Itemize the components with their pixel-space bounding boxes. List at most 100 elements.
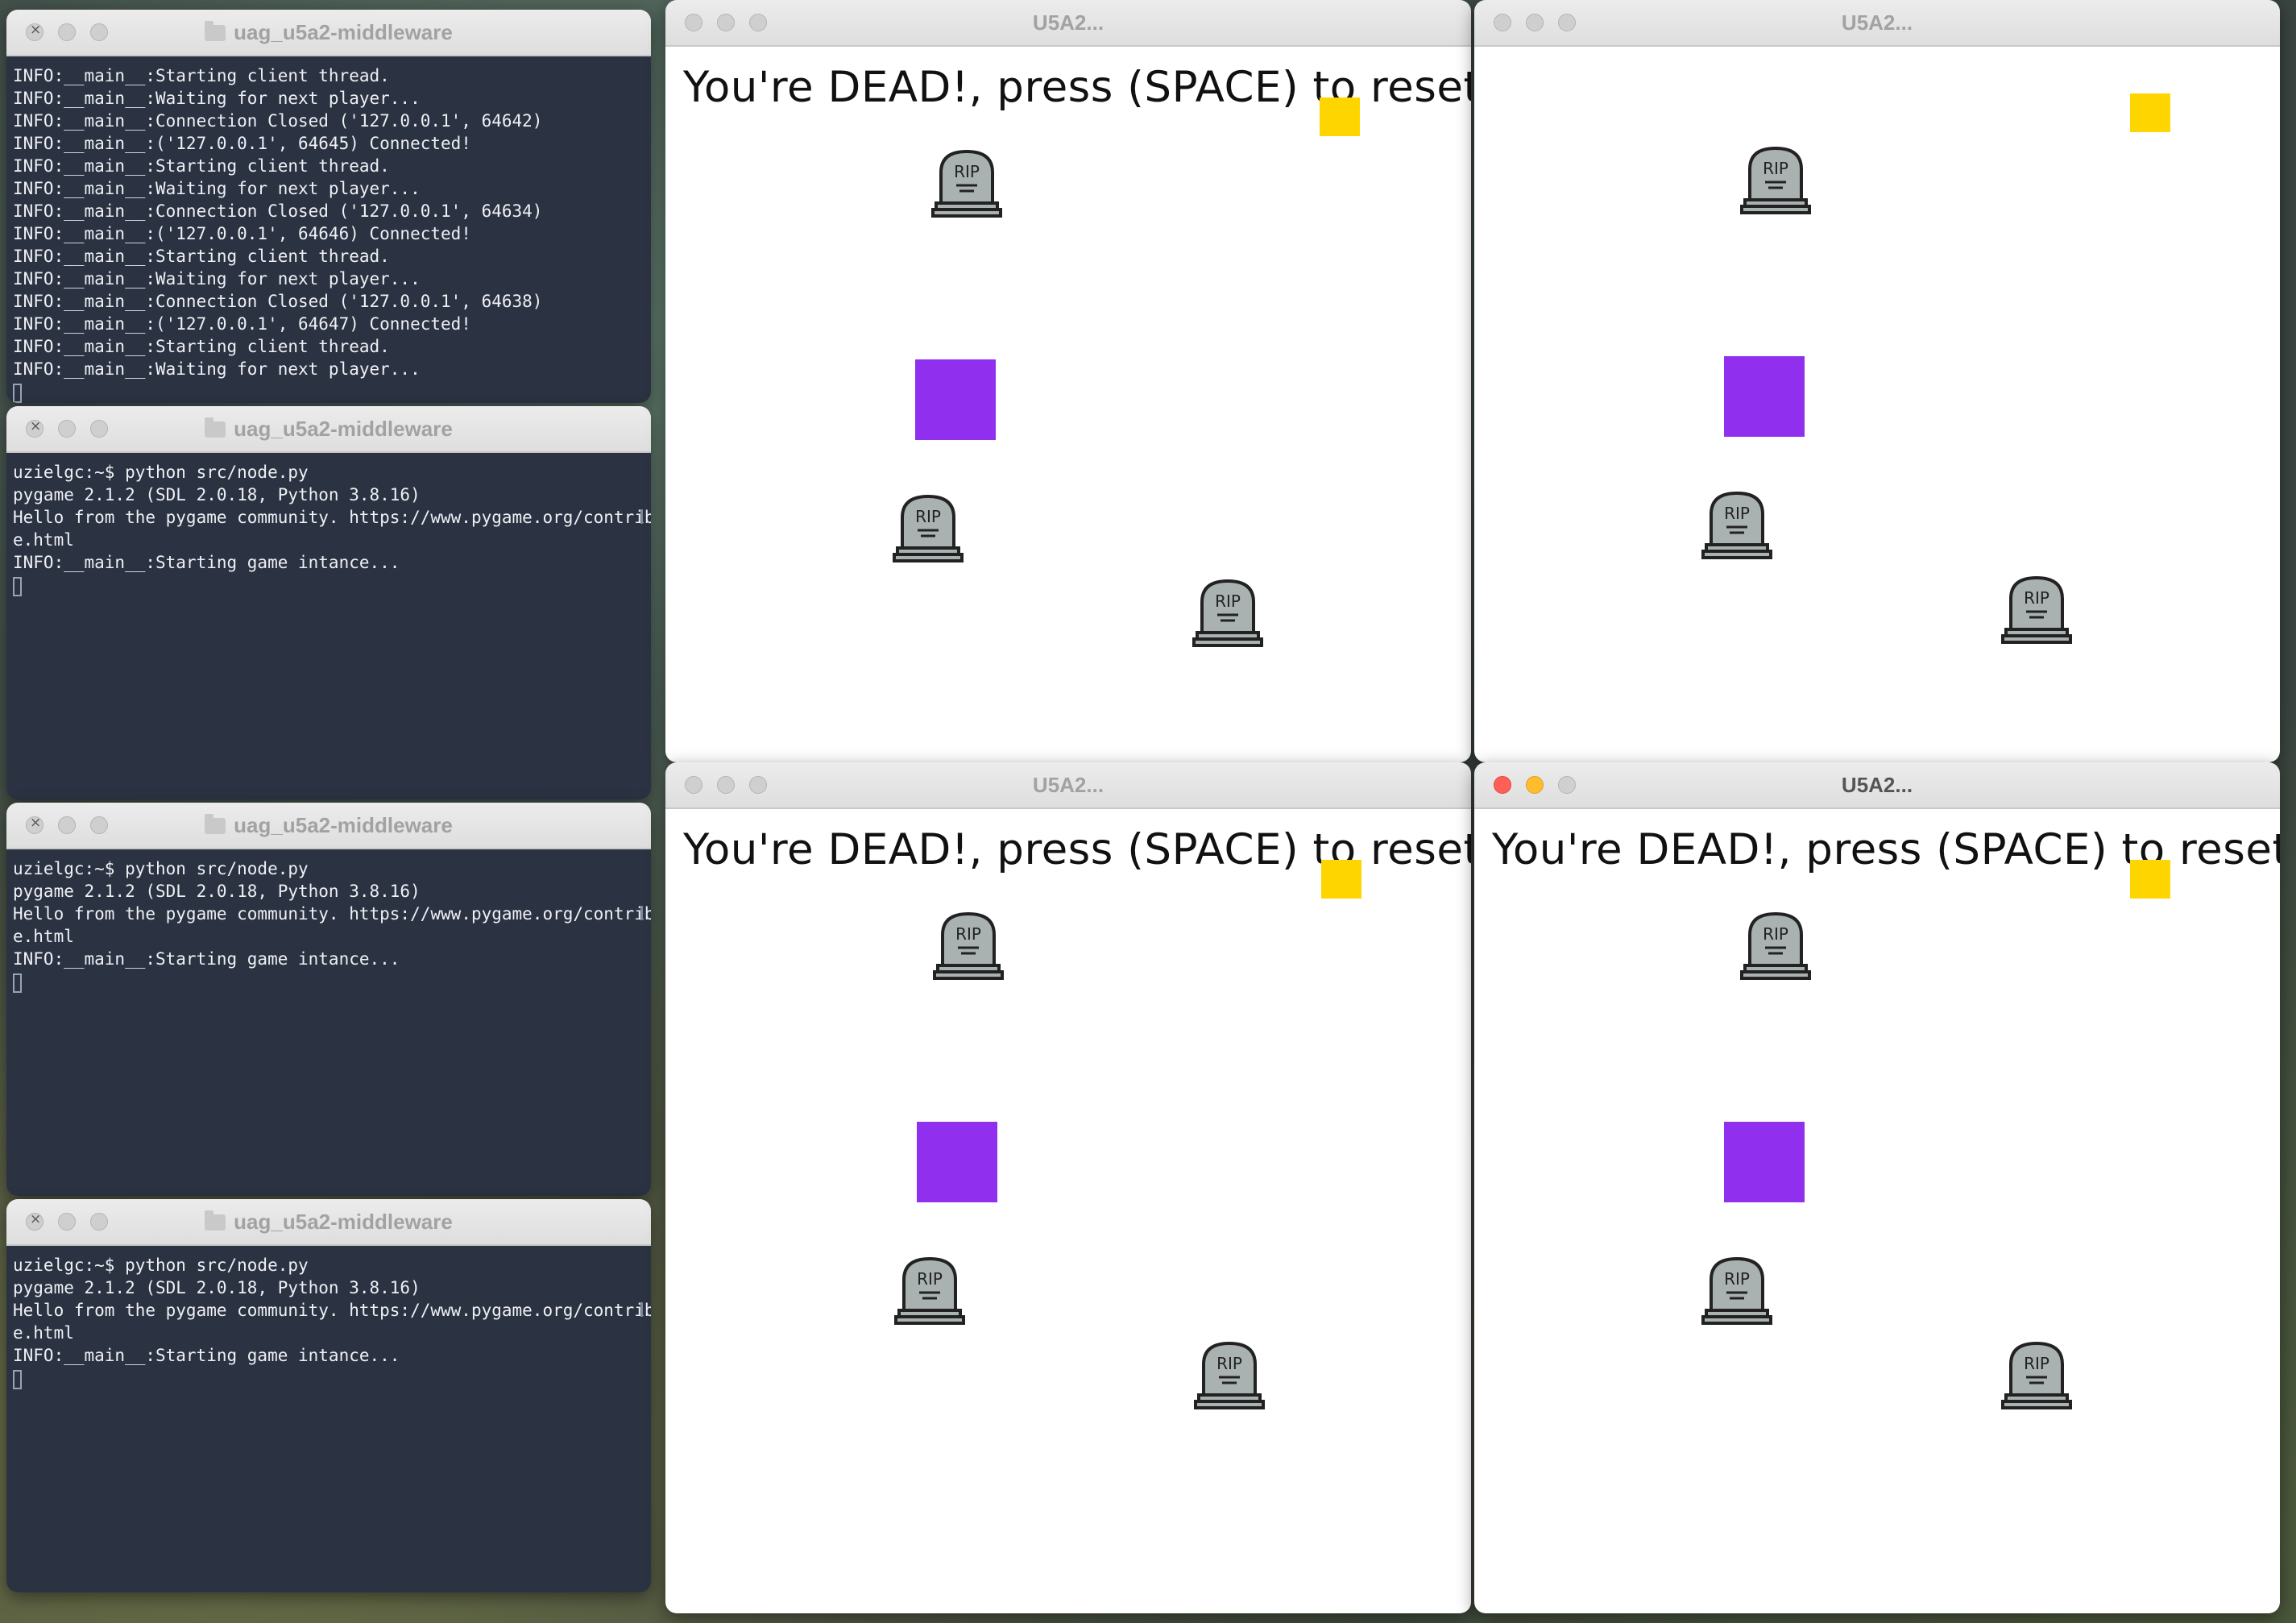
terminal-line: INFO:__main__:Waiting for next player...: [13, 89, 421, 108]
terminal-line: Hello from the pygame community. https:/…: [13, 508, 651, 527]
terminal-cursor: [13, 973, 22, 993]
terminal-prompt-line[interactable]: [13, 574, 644, 596]
scrollbar-marker[interactable]: [640, 1302, 643, 1317]
titlebar[interactable]: U5A2...: [1474, 762, 2280, 809]
game-canvas[interactable]: You're DEAD!, press (SPACE) to reset. RI…: [665, 809, 1471, 1613]
folder-icon: [205, 21, 226, 41]
window-title: uag_u5a2-middleware: [6, 406, 651, 451]
folder-icon: [205, 417, 226, 438]
tombstone-icon: RIP: [1740, 146, 1811, 214]
titlebar[interactable]: U5A2...: [665, 0, 1471, 47]
terminal-output[interactable]: INFO:__main__:Starting client thread. IN…: [6, 56, 651, 403]
terminal-output[interactable]: uzielgc:~$ python src/node.py pygame 2.1…: [6, 849, 651, 1196]
terminal-cursor: [13, 384, 22, 403]
terminal-window-4[interactable]: uag_u5a2-middleware uzielgc:~$ python sr…: [6, 1199, 651, 1592]
terminal-line: pygame 2.1.2 (SDL 2.0.18, Python 3.8.16): [13, 1278, 421, 1297]
tombstone-icon: RIP: [933, 911, 1004, 980]
tombstone-label: RIP: [955, 924, 981, 944]
tombstone-icon: RIP: [893, 494, 964, 562]
window-title: uag_u5a2-middleware: [6, 803, 651, 848]
folder-icon: [205, 1210, 226, 1231]
tombstone-icon: RIP: [2001, 1341, 2072, 1409]
terminal-output[interactable]: uzielgc:~$ python src/node.py pygame 2.1…: [6, 1246, 651, 1592]
titlebar[interactable]: U5A2...: [1474, 0, 2280, 47]
terminal-window-3[interactable]: uag_u5a2-middleware uzielgc:~$ python sr…: [6, 803, 651, 1196]
terminal-line: e.html: [13, 1323, 74, 1343]
player-square: [917, 1122, 997, 1202]
tombstone-label: RIP: [2024, 1354, 2049, 1373]
game-canvas[interactable]: RIP RIP RIP: [1474, 47, 2280, 762]
terminal-line: INFO:__main__:Connection Closed ('127.0.…: [13, 201, 543, 221]
tombstone-label: RIP: [1763, 159, 1788, 178]
terminal-line: uzielgc:~$ python src/node.py: [13, 1256, 309, 1275]
tombstone-label: RIP: [2024, 588, 2049, 608]
game-window-1[interactable]: U5A2... You're DEAD!, press (SPACE) to r…: [665, 0, 1471, 762]
player-square: [1724, 1122, 1805, 1202]
terminal-line: INFO:__main__:Starting game intance...: [13, 553, 400, 572]
terminal-line: INFO:__main__:Starting game intance...: [13, 1346, 400, 1365]
tombstone-label: RIP: [1724, 504, 1750, 523]
food-square: [1321, 860, 1361, 899]
window-title: U5A2...: [1841, 773, 1913, 797]
player-square: [915, 359, 996, 440]
terminal-line: uzielgc:~$ python src/node.py: [13, 463, 309, 482]
window-title: uag_u5a2-middleware: [6, 10, 651, 55]
game-window-4[interactable]: U5A2... You're DEAD!, press (SPACE) to r…: [1474, 762, 2280, 1613]
tombstone-icon: RIP: [1701, 1256, 1772, 1325]
food-square: [2130, 860, 2170, 899]
tombstone-label: RIP: [915, 507, 941, 526]
terminal-line: e.html: [13, 530, 74, 550]
scrollbar-marker[interactable]: [640, 509, 643, 524]
window-title: uag_u5a2-middleware: [6, 1199, 651, 1244]
terminal-cursor: [13, 1370, 22, 1389]
terminal-line: Hello from the pygame community. https:/…: [13, 1301, 651, 1320]
terminal-line: INFO:__main__:Starting game intance...: [13, 949, 400, 969]
titlebar[interactable]: U5A2...: [665, 762, 1471, 809]
terminal-line: uzielgc:~$ python src/node.py: [13, 859, 309, 878]
game-window-3[interactable]: U5A2... You're DEAD!, press (SPACE) to r…: [665, 762, 1471, 1613]
food-square: [2130, 93, 2170, 132]
terminal-prompt-line[interactable]: [13, 970, 644, 993]
terminal-line: pygame 2.1.2 (SDL 2.0.18, Python 3.8.16): [13, 882, 421, 901]
titlebar[interactable]: uag_u5a2-middleware: [6, 803, 651, 849]
tombstone-label: RIP: [1216, 1354, 1242, 1373]
terminal-window-2[interactable]: uag_u5a2-middleware uzielgc:~$ python sr…: [6, 406, 651, 799]
window-title: U5A2...: [1841, 10, 1913, 35]
terminal-line: e.html: [13, 927, 74, 946]
titlebar[interactable]: uag_u5a2-middleware: [6, 10, 651, 56]
terminal-line: INFO:__main__:Starting client thread.: [13, 66, 390, 85]
scrollbar-marker[interactable]: [640, 906, 643, 920]
terminal-line: Hello from the pygame community. https:/…: [13, 904, 651, 924]
terminal-line: INFO:__main__:Waiting for next player...: [13, 179, 421, 198]
game-canvas[interactable]: You're DEAD!, press (SPACE) to reset. RI…: [1474, 809, 2280, 1613]
terminal-line: INFO:__main__:('127.0.0.1', 64647) Conne…: [13, 314, 471, 334]
terminal-window-1[interactable]: uag_u5a2-middleware INFO:__main__:Starti…: [6, 10, 651, 403]
terminal-line: INFO:__main__:Starting client thread.: [13, 247, 390, 266]
terminal-line: INFO:__main__:Connection Closed ('127.0.…: [13, 292, 543, 311]
game-canvas[interactable]: You're DEAD!, press (SPACE) to reset. RI…: [665, 47, 1471, 762]
tombstone-icon: RIP: [931, 149, 1002, 218]
tombstone-icon: RIP: [1194, 1341, 1265, 1409]
tombstone-icon: RIP: [1740, 911, 1811, 980]
game-window-2[interactable]: U5A2... RIP RIP RIP: [1474, 0, 2280, 762]
terminal-cursor: [13, 577, 22, 596]
terminal-line: pygame 2.1.2 (SDL 2.0.18, Python 3.8.16): [13, 485, 421, 504]
terminal-output[interactable]: uzielgc:~$ python src/node.py pygame 2.1…: [6, 453, 651, 799]
titlebar[interactable]: uag_u5a2-middleware: [6, 1199, 651, 1246]
terminal-prompt-line[interactable]: [13, 1367, 644, 1389]
terminal-line: INFO:__main__:Waiting for next player...: [13, 359, 421, 379]
tombstone-icon: RIP: [1701, 491, 1772, 559]
tombstone-label: RIP: [1724, 1269, 1750, 1289]
tombstone-label: RIP: [1763, 924, 1788, 944]
player-square: [1724, 356, 1805, 437]
titlebar[interactable]: uag_u5a2-middleware: [6, 406, 651, 453]
tombstone-icon: RIP: [2001, 575, 2072, 644]
terminal-line: INFO:__main__:Starting client thread.: [13, 156, 390, 176]
terminal-line: INFO:__main__:('127.0.0.1', 64646) Conne…: [13, 224, 471, 243]
terminal-prompt-line[interactable]: [13, 380, 644, 403]
window-title: U5A2...: [1032, 10, 1104, 35]
window-title: U5A2...: [1032, 773, 1104, 797]
terminal-line: INFO:__main__:('127.0.0.1', 64645) Conne…: [13, 134, 471, 153]
terminal-line: INFO:__main__:Waiting for next player...: [13, 269, 421, 288]
folder-icon: [205, 814, 226, 834]
